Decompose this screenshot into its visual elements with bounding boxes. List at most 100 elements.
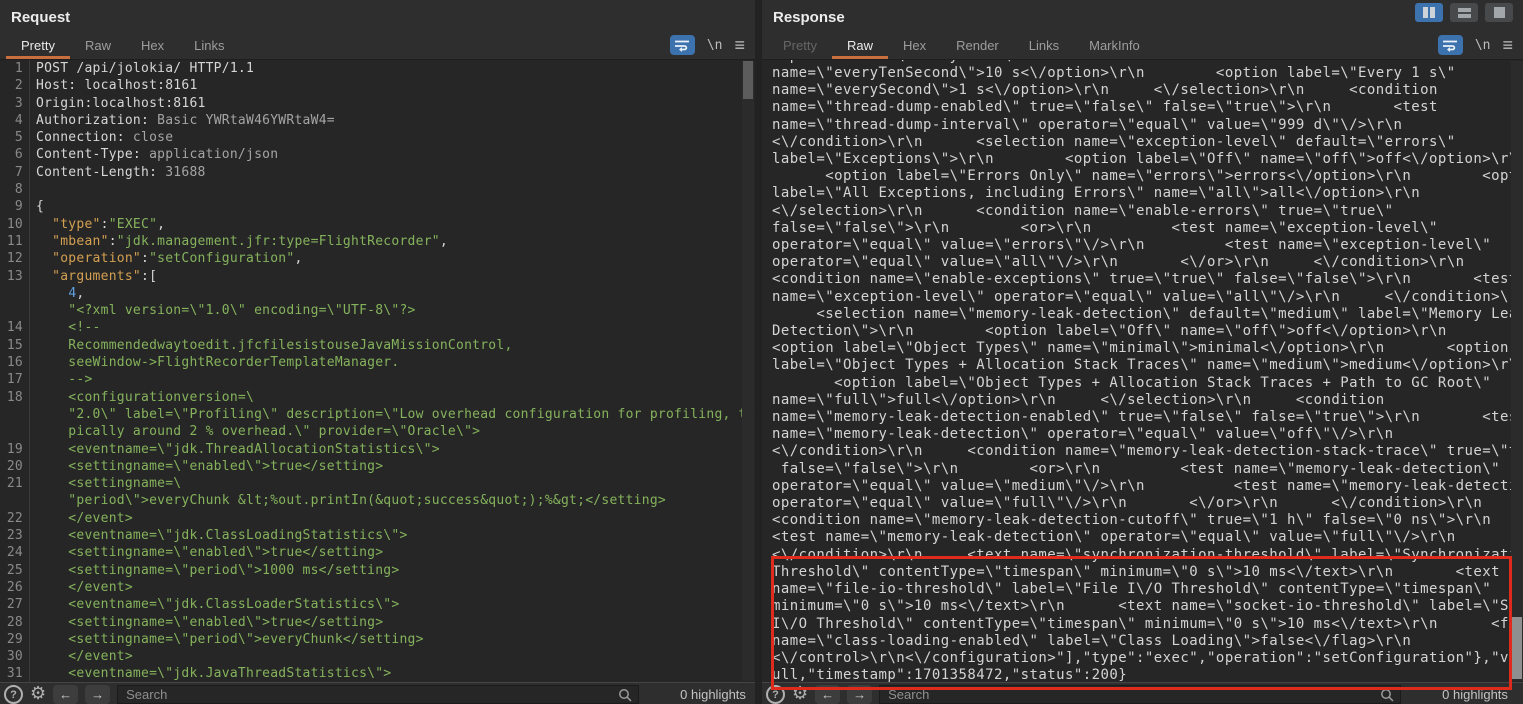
request-scrollbar-thumb[interactable]	[743, 61, 753, 99]
word-wrap-button[interactable]	[670, 35, 695, 55]
tab-hex[interactable]: Hex	[888, 32, 941, 59]
tab-render[interactable]: Render	[941, 32, 1014, 59]
request-editor[interactable]: 1POST /api/jolokia/ HTTP/1.12Host: local…	[0, 60, 755, 682]
code-line: 10 "type":"EXEC",	[0, 216, 755, 233]
request-tab-icons: \n ≡	[670, 35, 745, 55]
word-wrap-icon	[1442, 39, 1458, 52]
burp-message-viewer: Request PrettyRawHexLinks \n ≡ 1POST /ap…	[0, 0, 1523, 704]
code-line: false=\"false\">\r\n <or>\r\n <test name…	[762, 220, 1523, 237]
code-line: 17 -->	[0, 371, 755, 388]
tab-hex[interactable]: Hex	[126, 32, 179, 59]
code-line: 2Host: localhost:8161	[0, 77, 755, 94]
search-settings-gear-icon[interactable]: ⚙	[792, 685, 808, 702]
code-line: label=\"Exceptions\">\r\n <option label=…	[762, 151, 1523, 168]
code-line: <option label=\"Object Types\" name=\"mi…	[762, 340, 1523, 357]
code-line: 9{	[0, 198, 755, 215]
code-line: 12 "operation":"setConfiguration",	[0, 250, 755, 267]
response-panel-title: Response	[762, 0, 1523, 32]
code-line: "2.0\" label=\"Profiling\" description=\…	[0, 406, 755, 423]
response-editor[interactable]: <option label=\"Every 10 s\" name=\"ever…	[762, 60, 1523, 682]
show-newlines-button[interactable]: \n	[707, 38, 723, 53]
row-bar	[1458, 14, 1471, 18]
code-line: 4Authorization: Basic YWRtaW46YWRtaW4=	[0, 112, 755, 129]
show-newlines-button[interactable]: \n	[1475, 38, 1491, 53]
code-line: 20 <settingname=\"enabled\">true</settin…	[0, 458, 755, 475]
code-line: <option label=\"Errors Only\" name=\"err…	[762, 168, 1523, 185]
code-line: 14 <!--	[0, 319, 755, 336]
code-line: operator=\"equal\" value=\"all\"\/>\r\n …	[762, 254, 1523, 271]
next-match-button[interactable]: →	[847, 685, 872, 704]
code-line: name=\"everySecond\">1 s<\/option>\r\n <…	[762, 82, 1523, 99]
column-bar	[1430, 7, 1435, 18]
code-line: 24 <settingname=\"enabled\">true</settin…	[0, 544, 755, 561]
code-line: false=\"false\">\r\n <or>\r\n <test name…	[762, 461, 1523, 478]
code-line: 16 seeWindow->FlightRecorderTemplateMana…	[0, 354, 755, 371]
code-line: 22 </event>	[0, 510, 755, 527]
code-line: name=\"memory-leak-detection-enabled\" t…	[762, 409, 1523, 426]
code-line: <\/selection>\r\n <condition name=\"enab…	[762, 203, 1523, 220]
code-line: <selection name=\"memory-leak-detection\…	[762, 306, 1523, 323]
code-line: name=\"exception-level\" operator=\"equa…	[762, 289, 1523, 306]
request-panel: Request PrettyRawHexLinks \n ≡ 1POST /ap…	[0, 0, 755, 704]
search-settings-gear-icon[interactable]: ⚙	[30, 685, 46, 702]
tab-raw[interactable]: Raw	[70, 32, 126, 59]
code-line: 8	[0, 181, 755, 198]
code-line: 11 "mbean":"jdk.management.jfr:type=Flig…	[0, 233, 755, 250]
code-line: 3Origin:localhost:8161	[0, 95, 755, 112]
tab-links[interactable]: Links	[1014, 32, 1074, 59]
tab-links[interactable]: Links	[179, 32, 239, 59]
split-columns-button[interactable]	[1415, 3, 1443, 22]
code-line: operator=\"equal\" value=\"errors\"\/>\r…	[762, 237, 1523, 254]
response-scrollbar-thumb[interactable]	[1512, 617, 1522, 679]
search-input[interactable]	[880, 686, 1400, 703]
code-line: operator=\"equal\" value=\"full\"\/>\r\n…	[762, 495, 1523, 512]
word-wrap-button[interactable]	[1438, 35, 1463, 55]
editor-menu-icon[interactable]: ≡	[1502, 36, 1513, 54]
editor-menu-icon[interactable]: ≡	[734, 36, 745, 54]
code-line: Detection\">\r\n <option label=\"Off\" n…	[762, 323, 1523, 340]
tab-markinfo[interactable]: MarkInfo	[1074, 32, 1155, 59]
tab-pretty[interactable]: Pretty	[6, 32, 70, 59]
code-line: I\/O Threshold\" contentType=\"timespan\…	[762, 616, 1523, 633]
code-line: name=\"thread-dump-enabled\" true=\"fals…	[762, 99, 1523, 116]
code-line: 19 <eventname=\"jdk.ThreadAllocationStat…	[0, 441, 755, 458]
search-box	[117, 685, 639, 704]
highlights-count: 0 highlights	[1442, 685, 1508, 702]
code-line: label=\"Object Types + Allocation Stack …	[762, 357, 1523, 374]
code-line: <condition name=\"memory-leak-detection-…	[762, 512, 1523, 529]
code-line: <option label=\"Object Types + Allocatio…	[762, 375, 1523, 392]
single-pane-button[interactable]	[1485, 3, 1513, 22]
response-tabs: PrettyRawHexRenderLinksMarkInfo	[768, 32, 1155, 59]
code-line: 30 </event>	[0, 648, 755, 665]
code-line: <condition name=\"enable-exceptions\" tr…	[762, 271, 1523, 288]
code-line: "period\">everyChunk &lt;%out.printIn(&q…	[0, 492, 755, 509]
code-line: <\/condition>\r\n <condition name=\"memo…	[762, 443, 1523, 460]
code-line: 5Connection: close	[0, 129, 755, 146]
search-icon	[1380, 688, 1394, 702]
request-scrollbar[interactable]	[742, 61, 754, 681]
code-line: 6Content-Type: application/json	[0, 146, 755, 163]
response-code: name=\"everyTenSecond\">10 s<\/option>\r…	[762, 65, 1523, 682]
code-line: 15 Recommendedwaytoedit.jfcfilesistouseJ…	[0, 337, 755, 354]
request-tab-row: PrettyRawHexLinks \n ≡	[0, 32, 755, 60]
help-icon[interactable]: ?	[766, 685, 785, 704]
code-line: 21 <settingname=\	[0, 475, 755, 492]
search-input[interactable]	[118, 686, 638, 703]
split-rows-button[interactable]	[1450, 3, 1478, 22]
code-line: "<?xml version=\"1.0\" encoding=\"UTF-8\…	[0, 302, 755, 319]
code-line: 23 <eventname=\"jdk.ClassLoadingStatisti…	[0, 527, 755, 544]
response-scrollbar[interactable]	[1511, 61, 1523, 681]
previous-match-button[interactable]: ←	[815, 685, 840, 704]
tab-pretty[interactable]: Pretty	[768, 32, 832, 59]
response-tab-icons: \n ≡	[1438, 35, 1513, 55]
tab-raw[interactable]: Raw	[832, 32, 888, 59]
search-icon	[618, 688, 632, 702]
code-line: 29 <settingname=\"period\">everyChunk</s…	[0, 631, 755, 648]
code-line: ull,"timestamp":1701358472,"status":200}	[762, 667, 1523, 682]
request-panel-title: Request	[0, 0, 755, 32]
help-icon[interactable]: ?	[4, 685, 23, 704]
response-tab-row: PrettyRawHexRenderLinksMarkInfo \n ≡	[762, 32, 1523, 60]
previous-match-button[interactable]: ←	[53, 685, 78, 704]
column-bar	[1423, 7, 1428, 18]
next-match-button[interactable]: →	[85, 685, 110, 704]
